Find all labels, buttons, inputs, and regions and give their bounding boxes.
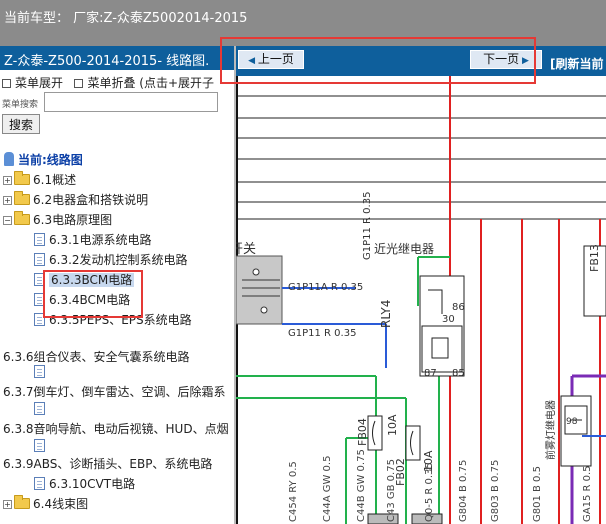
wire-label-g1p11a: G1P11A R 0.35 <box>288 282 363 293</box>
root-icon <box>4 152 14 166</box>
expand-toggle-icon[interactable]: + <box>3 500 12 509</box>
menu-collapse-icon[interactable] <box>74 79 84 88</box>
bottom-wire-label: C454 RY 0.5 <box>288 461 299 522</box>
tree-item-6-1[interactable]: +6.1概述 <box>3 170 76 190</box>
wire-label-g1p11-vertical: G1P11 R 0.35 <box>362 192 373 260</box>
bottom-wire-label: G804 B 0.75 <box>458 460 469 522</box>
menu-expand-link[interactable]: 菜单展开 <box>15 76 63 90</box>
page-icon-row[interactable] <box>34 362 49 382</box>
tree-item-6-3-1[interactable]: 6.3.1电源系统电路 <box>34 230 152 250</box>
fb13-label: FB13 <box>588 244 601 272</box>
tree-root[interactable]: 当前:线路图 <box>4 150 83 170</box>
page-icon-row[interactable] <box>34 436 49 456</box>
current-vehicle-text: 当前车型： 厂家:Z-众泰Z5002014-2015 <box>4 11 248 26</box>
folder-open-icon <box>14 211 30 225</box>
diagram-switch-label: 开关 <box>236 242 256 257</box>
left-panel-title: Z-众泰-Z500-2014-2015- 线路图. <box>0 46 234 70</box>
pin-87: 87 <box>424 368 437 379</box>
folder-icon <box>14 191 30 205</box>
tree-item-6-3-2[interactable]: 6.3.2发动机控制系统电路 <box>34 250 188 270</box>
pin-85: 85 <box>452 368 465 379</box>
search-label: 菜单搜索 <box>2 100 39 110</box>
bottom-wire-label: GA15 R 0.5 <box>582 465 593 522</box>
wire-label-g1p11: G1P11 R 0.35 <box>288 328 356 339</box>
expand-toggle-icon[interactable]: + <box>3 196 12 205</box>
page-icon-row[interactable] <box>34 399 49 419</box>
relay-id-label: RLY4 <box>379 300 393 328</box>
search-button[interactable]: 搜索 <box>2 114 40 134</box>
bottom-wire-label: C43 GB 0.75 <box>386 459 397 522</box>
page-icon <box>34 439 45 452</box>
menu-collapse-link[interactable]: 菜单折叠 (点击+展开子 <box>87 76 214 90</box>
tree-root-label: 当前:线路图 <box>18 153 83 167</box>
page-icon <box>34 402 45 415</box>
expand-toggle-icon[interactable]: + <box>3 176 12 185</box>
tree-item-6-3-6[interactable]: 6.3.6组合仪表、安全气囊系统电路 <box>3 347 190 367</box>
bottom-wire-label: C44B GW 0.75 <box>356 449 367 522</box>
fuse1-rating: 10A <box>386 414 399 436</box>
page-icon <box>34 477 45 490</box>
highlight-box-nav <box>220 37 536 84</box>
fuse1-id: FB04 <box>356 418 369 446</box>
tree-item-6-2[interactable]: +6.2电器盒和搭铁说明 <box>3 190 148 210</box>
page-icon <box>34 253 45 266</box>
highlight-box-bcm <box>43 270 143 318</box>
collapse-toggle-icon[interactable]: − <box>3 216 12 225</box>
tree-item-6-3[interactable]: −6.3电路原理图 <box>3 210 112 230</box>
diagram-viewer: ◀ 上一页 下一页 ▶ [刷新当前 开关 近光继电器 G1P11A R 0.35… <box>236 46 606 524</box>
menu-controls: 菜单展开 菜单折叠 (点击+展开子 <box>2 74 214 91</box>
side-relay-label: 前雾灯继电器 <box>544 400 557 460</box>
tree-item-6-3-9[interactable]: 6.3.9ABS、诊断插头、EBP、系统电路 <box>3 454 212 474</box>
page-icon <box>34 365 45 378</box>
tree-item-6-4[interactable]: +6.4线束图 <box>3 494 88 514</box>
bottom-wire-label: G801 B 0.5 <box>532 466 543 522</box>
bottom-wire-label: C44A GW 0.5 <box>322 456 333 522</box>
tree-item-6-3-10[interactable]: 6.3.10CVT电路 <box>34 474 135 494</box>
bottom-wire-label: G803 B 0.75 <box>490 460 501 522</box>
page-icon <box>34 233 45 246</box>
bottom-wire-label: Q0-5 R 0.35 <box>424 462 435 522</box>
folder-icon <box>14 171 30 185</box>
search-input[interactable] <box>44 92 218 112</box>
folder-icon <box>14 495 30 509</box>
pin-86: 86 <box>452 302 465 313</box>
pin-30: 30 <box>442 314 455 325</box>
wiring-diagram: 开关 近光继电器 G1P11A R 0.35 G1P11 R 0.35 30 8… <box>236 76 606 524</box>
pin-98: 98 <box>566 417 578 427</box>
refresh-link[interactable]: [刷新当前 <box>550 55 604 72</box>
relay-name-label: 近光继电器 <box>374 242 434 256</box>
menu-expand-icon[interactable] <box>2 79 11 88</box>
